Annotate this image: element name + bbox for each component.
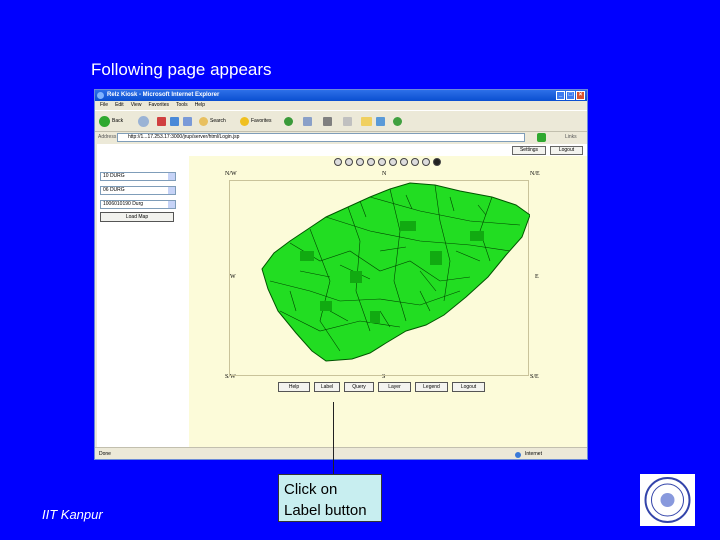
menu-bar: File Edit View Favorites Tools Help bbox=[95, 101, 587, 110]
select-icon[interactable] bbox=[422, 158, 430, 166]
info-icon[interactable] bbox=[433, 158, 441, 166]
forward-arrow-icon[interactable] bbox=[138, 116, 149, 127]
folder-icon[interactable] bbox=[361, 117, 372, 126]
refresh-icon[interactable] bbox=[170, 117, 179, 126]
pan-icon[interactable] bbox=[334, 158, 342, 166]
favorites-star-icon[interactable] bbox=[240, 117, 249, 126]
village-map[interactable] bbox=[230, 181, 530, 377]
settings-button[interactable]: Settings bbox=[512, 146, 546, 155]
compass-ne: N/E bbox=[530, 171, 540, 177]
zone-text: Internet bbox=[525, 451, 542, 457]
status-text: Done bbox=[99, 451, 111, 457]
seal-icon bbox=[644, 477, 691, 523]
back-button[interactable]: Back bbox=[112, 115, 123, 128]
menu-edit[interactable]: Edit bbox=[115, 101, 124, 110]
menu-help[interactable]: Help bbox=[195, 101, 205, 110]
refresh-map-icon[interactable] bbox=[400, 158, 408, 166]
status-bar: Done Internet bbox=[95, 447, 587, 459]
address-label: Address bbox=[98, 134, 117, 140]
search-icon[interactable] bbox=[199, 117, 208, 126]
footer-text: IIT Kanpur bbox=[42, 507, 103, 522]
village-select[interactable]: 1006010190 Durg bbox=[100, 200, 176, 209]
compass-nw: N/W bbox=[225, 171, 237, 177]
history-icon[interactable] bbox=[284, 117, 293, 126]
go-arrow-icon[interactable] bbox=[537, 133, 546, 142]
print-icon[interactable] bbox=[323, 117, 332, 126]
hand-icon[interactable] bbox=[389, 158, 397, 166]
window-title: Relz Kiosk - Microsoft Internet Explorer bbox=[107, 92, 220, 98]
help-button[interactable]: Help bbox=[278, 382, 310, 392]
chevron-down-icon[interactable] bbox=[168, 173, 175, 180]
village-select-value: 1006010190 Durg bbox=[103, 201, 144, 207]
compass-n: N bbox=[382, 171, 387, 177]
tehsil-select[interactable]: 06 DURG bbox=[100, 186, 176, 195]
address-input[interactable]: http://1...17.253.17:3000/jrup/server/ht… bbox=[117, 133, 525, 142]
page-viewport: 10 DURG 06 DURG 1006010190 Durg Load Map… bbox=[97, 144, 587, 447]
globe-icon bbox=[515, 452, 521, 458]
edit-icon[interactable] bbox=[343, 117, 352, 126]
map-toolbar bbox=[334, 158, 441, 166]
chevron-down-icon[interactable] bbox=[168, 187, 175, 194]
menu-view[interactable]: View bbox=[131, 101, 142, 110]
back-arrow-icon[interactable] bbox=[99, 116, 110, 127]
left-panel: 10 DURG 06 DURG 1006010190 Durg Load Map bbox=[97, 144, 189, 447]
logout-map-button[interactable]: Logout bbox=[452, 382, 485, 392]
minimize-button[interactable]: _ bbox=[556, 91, 565, 100]
ie-icon bbox=[97, 92, 104, 99]
map-area: N/W N N/E W E S/W S S/E Help Label Query… bbox=[189, 156, 587, 447]
title-bar: Relz Kiosk - Microsoft Internet Explorer… bbox=[95, 90, 587, 101]
print-map-icon[interactable] bbox=[411, 158, 419, 166]
menu-favorites[interactable]: Favorites bbox=[148, 101, 169, 110]
discuss-icon[interactable] bbox=[393, 117, 402, 126]
home-icon[interactable] bbox=[183, 117, 192, 126]
app-top-bar: Settings Logout bbox=[189, 144, 587, 156]
callout-box: Click on Label button bbox=[278, 474, 382, 522]
label-button[interactable]: Label bbox=[314, 382, 340, 392]
maximize-button[interactable]: □ bbox=[566, 91, 575, 100]
identify-icon[interactable] bbox=[378, 158, 386, 166]
village-map-boundary[interactable] bbox=[261, 182, 530, 362]
callout-leader-line bbox=[333, 402, 334, 474]
zoom-in-icon[interactable] bbox=[345, 158, 353, 166]
slide-title: Following page appears bbox=[91, 60, 272, 79]
search-button[interactable]: Search bbox=[210, 115, 226, 128]
query-button[interactable]: Query bbox=[344, 382, 374, 392]
district-select-value: 10 DURG bbox=[103, 173, 125, 179]
logout-top-button[interactable]: Logout bbox=[550, 146, 583, 155]
stop-icon[interactable] bbox=[157, 117, 166, 126]
load-map-button[interactable]: Load Map bbox=[100, 212, 174, 222]
compass-se: S/E bbox=[530, 374, 539, 380]
district-select[interactable]: 10 DURG bbox=[100, 172, 176, 181]
legend-button[interactable]: Legend bbox=[415, 382, 448, 392]
address-bar: Address http://1...17.253.17:3000/jrup/s… bbox=[95, 132, 587, 143]
browser-toolbar: Back Search Favorites bbox=[95, 110, 587, 132]
menu-tools[interactable]: Tools bbox=[176, 101, 188, 110]
zoom-out-icon[interactable] bbox=[356, 158, 364, 166]
chevron-down-icon[interactable] bbox=[168, 201, 175, 208]
favorites-button[interactable]: Favorites bbox=[251, 115, 272, 128]
map-frame[interactable] bbox=[229, 180, 530, 377]
menu-file[interactable]: File bbox=[100, 101, 108, 110]
mail-icon[interactable] bbox=[303, 117, 312, 126]
close-button[interactable]: × bbox=[576, 91, 585, 100]
links-label[interactable]: Links bbox=[565, 132, 577, 143]
compass-e: E bbox=[535, 274, 539, 280]
zoom-window-icon[interactable] bbox=[367, 158, 375, 166]
layer-button[interactable]: Layer bbox=[378, 382, 411, 392]
iit-kanpur-logo bbox=[640, 474, 695, 526]
browser-window: Relz Kiosk - Microsoft Internet Explorer… bbox=[94, 89, 588, 460]
messenger-icon[interactable] bbox=[376, 117, 385, 126]
tehsil-select-value: 06 DURG bbox=[103, 187, 125, 193]
